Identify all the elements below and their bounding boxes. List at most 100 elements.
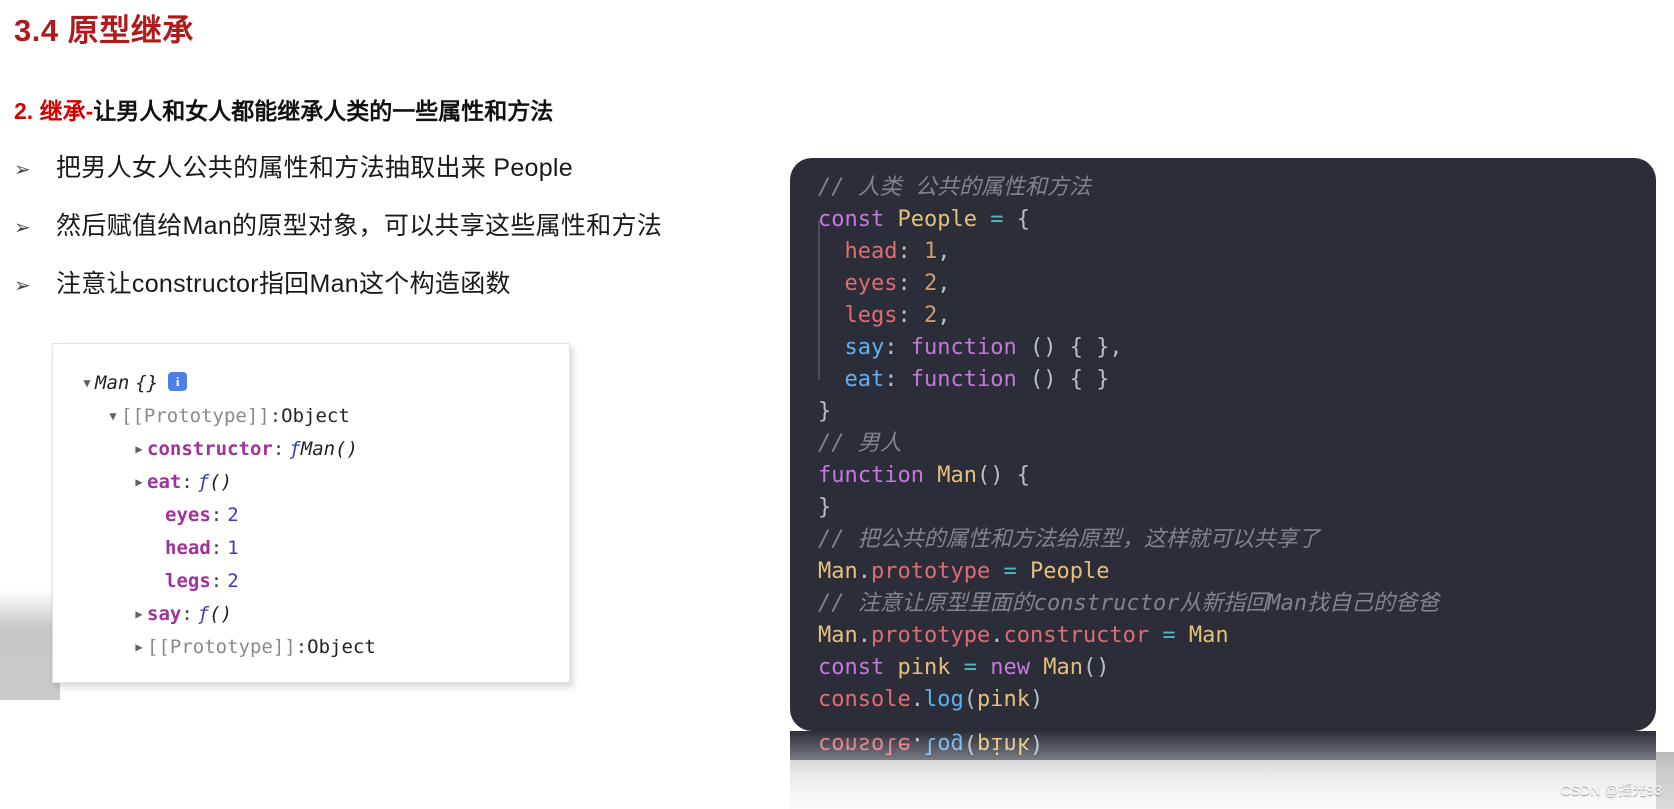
sub-heading-highlight: 2. 继承- [14,98,94,124]
property-value: Man() [300,437,358,460]
code-line: const People = { [818,204,1656,236]
code-line: Man.prototype.constructor = Man [818,620,1656,652]
disclosure-triangle-closed-icon[interactable] [131,608,147,620]
code-token: () { } [1016,367,1110,392]
devtools-property-row[interactable]: legs:2 [53,564,569,597]
code-token: = [1162,623,1176,648]
property-value: Object [307,635,376,658]
code-line: eyes: 2, [818,268,1656,300]
code-token: 1 [923,239,938,264]
code-token: console [818,687,911,712]
code-token: . [857,559,871,584]
code-token: function [818,463,924,488]
code-line: // 把公共的属性和方法给原型，这样就可以共享了 [818,524,1656,556]
property-key: [[Prototype]] [147,635,296,658]
property-key: eyes [165,503,211,526]
property-colon: : [272,437,285,460]
code-line: Man.prototype = People [818,556,1656,588]
code-token: Man [1188,623,1229,648]
devtools-property-row[interactable]: eyes:2 [53,498,569,531]
code-token: // 注意让原型里面的constructor从新指回Man找自己的爸爸 [818,591,1440,616]
code-token: 2 [923,271,938,296]
devtools-property-row[interactable]: say:ƒ () [53,597,569,630]
disclosure-triangle-closed-icon[interactable] [131,476,147,488]
code-token: new [990,655,1030,680]
code-token: . [990,623,1004,648]
code-token: prototype [871,623,991,648]
code-token: legs [844,303,898,328]
property-colon: : [295,635,308,658]
code-token: { [1016,207,1030,232]
code-token: prototype [871,559,991,584]
property-key: say [147,602,182,625]
property-value: () [209,602,233,625]
property-key: eat [147,470,182,493]
object-braces: {} [135,371,159,394]
devtools-property-row[interactable]: [[Prototype]]: Object [53,630,569,663]
code-line: console.log(pink) [818,684,1656,716]
code-line: // 男人 [818,428,1656,460]
code-token: : [884,335,911,360]
code-token: Man [818,559,858,584]
code-token: : [897,239,924,264]
code-line: // 注意让原型里面的constructor从新指回Man找自己的爸爸 [818,588,1656,620]
list-item: ➢ 注意让constructor指回Man这个构造函数 [14,264,774,300]
code-token: eat [844,367,885,392]
property-colon: : [210,569,223,592]
disclosure-triangle-open-icon[interactable] [79,377,95,389]
code-token: : [897,271,924,296]
code-token: Man [818,623,858,648]
code-token: function [910,367,1017,392]
code-token: : [884,367,911,392]
code-line: function Man() { [818,460,1656,492]
disclosure-triangle-closed-icon[interactable] [131,443,147,455]
code-token: } [818,495,832,520]
code-token: . [857,623,871,648]
bullet-arrow-icon: ➢ [14,275,31,297]
devtools-property-row[interactable]: constructor:ƒ Man() [53,432,569,465]
page-title: 3.4 原型继承 [14,13,194,48]
property-key: head [165,536,211,559]
watermark: CSDN @摇光93 [1560,782,1662,798]
list-item-label: 把男人女人公共的属性和方法抽取出来 People [56,154,573,182]
devtools-property-row[interactable]: [[Prototype]]: Object [53,399,569,432]
code-token: Man [937,463,977,488]
code-token: function [910,335,1017,360]
property-value: 1 [227,536,239,559]
code-token: : [897,303,924,328]
devtools-property-row[interactable]: eat:ƒ () [53,465,569,498]
info-icon[interactable]: i [168,372,188,391]
code-token: . [910,687,924,712]
disclosure-triangle-closed-icon[interactable] [131,641,147,653]
disclosure-triangle-open-icon[interactable] [105,410,121,422]
code-line: // 人类 公共的属性和方法 [818,172,1656,204]
code-token: Man [1043,655,1083,680]
list-item-label: 注意让constructor指回Man这个构造函数 [56,270,511,298]
code-token: constructor [1003,623,1150,648]
devtools-root-row[interactable]: Man {} i [53,366,569,399]
code-token: } [818,399,832,424]
function-glyph-icon: ƒ [289,437,301,460]
devtools-property-row[interactable]: head:1 [53,531,569,564]
code-token: () { [976,463,1030,488]
code-token: , [937,303,951,328]
code-token: 2 [923,303,938,328]
property-value: Object [281,404,350,427]
reflection-fade-overlay [790,731,1656,809]
code-token: , [937,271,951,296]
devtools-console-panel: Man {} i [[Prototype]]: Objectconstructo… [52,343,570,683]
code-token: // 男人 [818,431,902,456]
indent-guide-line [818,220,820,380]
list-item: ➢ 把男人女人公共的属性和方法抽取出来 People [14,148,774,184]
bullet-list: ➢ 把男人女人公共的属性和方法抽取出来 People ➢ 然后赋值给Man的原型对象，… [14,148,774,322]
